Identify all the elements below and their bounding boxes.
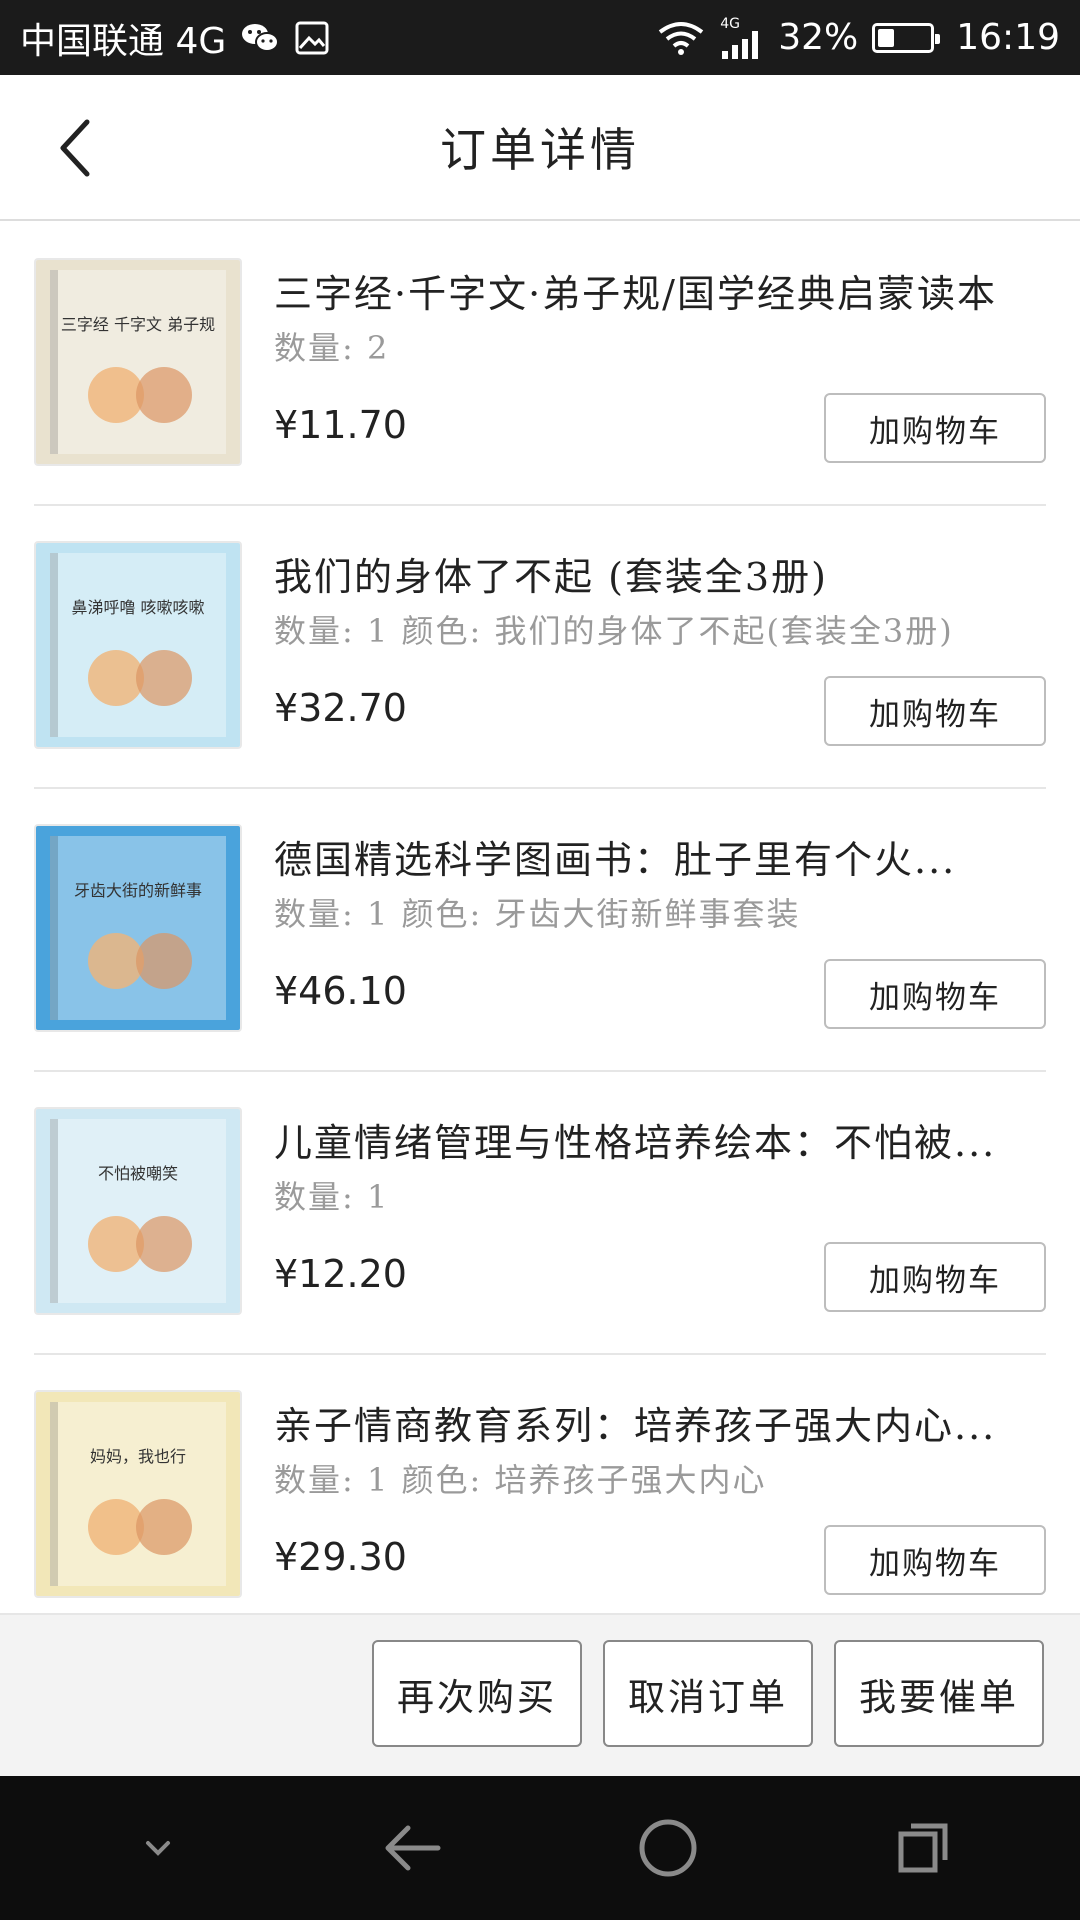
nav-back-button[interactable] bbox=[358, 1793, 468, 1903]
order-item: 牙齿大街的新鲜事 德国精选科学图画书：肚子里有个火... 数量: 1 颜色: 牙… bbox=[34, 789, 1046, 1072]
item-price: ¥12.20 bbox=[274, 1252, 407, 1296]
item-price: ¥29.30 bbox=[274, 1535, 407, 1579]
item-price: ¥11.70 bbox=[274, 403, 407, 447]
header: 订单详情 bbox=[0, 75, 1080, 221]
nav-home-button[interactable] bbox=[613, 1793, 723, 1903]
book-cover-image[interactable]: 鼻涕呼噜 咳嗽咳嗽 bbox=[34, 541, 242, 749]
wifi-icon bbox=[656, 20, 706, 56]
battery-icon bbox=[872, 22, 941, 53]
chevron-down-icon bbox=[145, 1841, 170, 1856]
item-title[interactable]: 亲子情商教育系列：培养孩子强大内心... bbox=[274, 1395, 1054, 1450]
item-meta: 数量: 2 bbox=[274, 329, 390, 367]
status-bar: 中国联通 4G 4G 32% 16:19 bbox=[0, 0, 1080, 75]
image-icon bbox=[294, 20, 330, 56]
item-meta: 数量: 1 颜色: 我们的身体了不起(套装全3册) bbox=[274, 612, 954, 650]
circle-home-icon bbox=[639, 1819, 696, 1877]
cancel-order-button[interactable]: 取消订单 bbox=[603, 1640, 813, 1747]
urge-order-button[interactable]: 我要催单 bbox=[834, 1640, 1044, 1747]
item-price: ¥32.70 bbox=[274, 686, 407, 730]
add-to-cart-button[interactable]: 加购物车 bbox=[824, 393, 1046, 463]
order-action-bar: 再次购买 取消订单 我要催单 bbox=[0, 1613, 1080, 1776]
battery-percent: 32% bbox=[778, 17, 859, 58]
order-item-list: 三字经 千字文 弟子规 三字经·千字文·弟子规/国学经典启蒙读本 数量: 2 ¥… bbox=[0, 223, 1080, 1613]
status-left: 中国联通 4G bbox=[20, 12, 330, 64]
cover-text: 牙齿大街的新鲜事 bbox=[74, 881, 202, 900]
order-item: 三字经 千字文 弟子规 三字经·千字文·弟子规/国学经典启蒙读本 数量: 2 ¥… bbox=[34, 223, 1046, 506]
order-item: 妈妈，我也行 亲子情商教育系列：培养孩子强大内心... 数量: 1 颜色: 培养… bbox=[34, 1355, 1046, 1613]
book-cover-image[interactable]: 牙齿大街的新鲜事 bbox=[34, 824, 242, 1032]
item-title[interactable]: 儿童情绪管理与性格培养绘本：不怕被... bbox=[274, 1112, 1054, 1167]
chevron-left-icon bbox=[60, 119, 90, 177]
system-nav-bar bbox=[0, 1776, 1080, 1920]
item-meta: 数量: 1 bbox=[274, 1178, 390, 1216]
item-title[interactable]: 三字经·千字文·弟子规/国学经典启蒙读本 bbox=[274, 263, 1054, 318]
page-title: 订单详情 bbox=[440, 123, 640, 177]
nav-hide-button[interactable] bbox=[103, 1793, 213, 1903]
add-to-cart-button[interactable]: 加购物车 bbox=[824, 1242, 1046, 1312]
book-cover-image[interactable]: 妈妈，我也行 bbox=[34, 1390, 242, 1598]
item-title[interactable]: 我们的身体了不起 (套装全3册) bbox=[274, 546, 1054, 601]
clock: 16:19 bbox=[956, 17, 1060, 58]
item-meta: 数量: 1 颜色: 牙齿大街新鲜事套装 bbox=[274, 895, 801, 933]
network-type-label: 4G bbox=[720, 15, 740, 32]
status-right: 4G 32% 16:19 bbox=[656, 17, 1060, 59]
cover-text: 三字经 千字文 弟子规 bbox=[61, 315, 215, 334]
battery-fill bbox=[878, 28, 895, 47]
buy-again-button[interactable]: 再次购买 bbox=[372, 1640, 582, 1747]
add-to-cart-button[interactable]: 加购物车 bbox=[824, 959, 1046, 1029]
cover-text: 鼻涕呼噜 咳嗽咳嗽 bbox=[71, 598, 204, 617]
book-cover-image[interactable]: 三字经 千字文 弟子规 bbox=[34, 258, 242, 466]
carrier-label: 中国联通 4G bbox=[20, 20, 227, 62]
recent-apps-icon bbox=[898, 1823, 947, 1873]
item-meta: 数量: 1 颜色: 培养孩子强大内心 bbox=[274, 1461, 767, 1499]
cover-text: 妈妈，我也行 bbox=[90, 1447, 186, 1466]
order-item: 不怕被嘲笑 儿童情绪管理与性格培养绘本：不怕被... 数量: 1 ¥12.20 … bbox=[34, 1072, 1046, 1355]
wechat-icon bbox=[240, 21, 280, 55]
book-cover-image[interactable]: 不怕被嘲笑 bbox=[34, 1107, 242, 1315]
nav-recent-button[interactable] bbox=[868, 1793, 978, 1903]
cover-text: 不怕被嘲笑 bbox=[98, 1164, 178, 1183]
add-to-cart-button[interactable]: 加购物车 bbox=[824, 676, 1046, 746]
add-to-cart-button[interactable]: 加购物车 bbox=[824, 1525, 1046, 1595]
signal-icon: 4G bbox=[720, 17, 764, 59]
item-price: ¥46.10 bbox=[274, 969, 407, 1013]
back-button[interactable] bbox=[40, 105, 110, 191]
item-title[interactable]: 德国精选科学图画书：肚子里有个火... bbox=[274, 829, 1054, 884]
order-item: 鼻涕呼噜 咳嗽咳嗽 我们的身体了不起 (套装全3册) 数量: 1 颜色: 我们的… bbox=[34, 506, 1046, 789]
arrow-left-icon bbox=[385, 1825, 440, 1871]
